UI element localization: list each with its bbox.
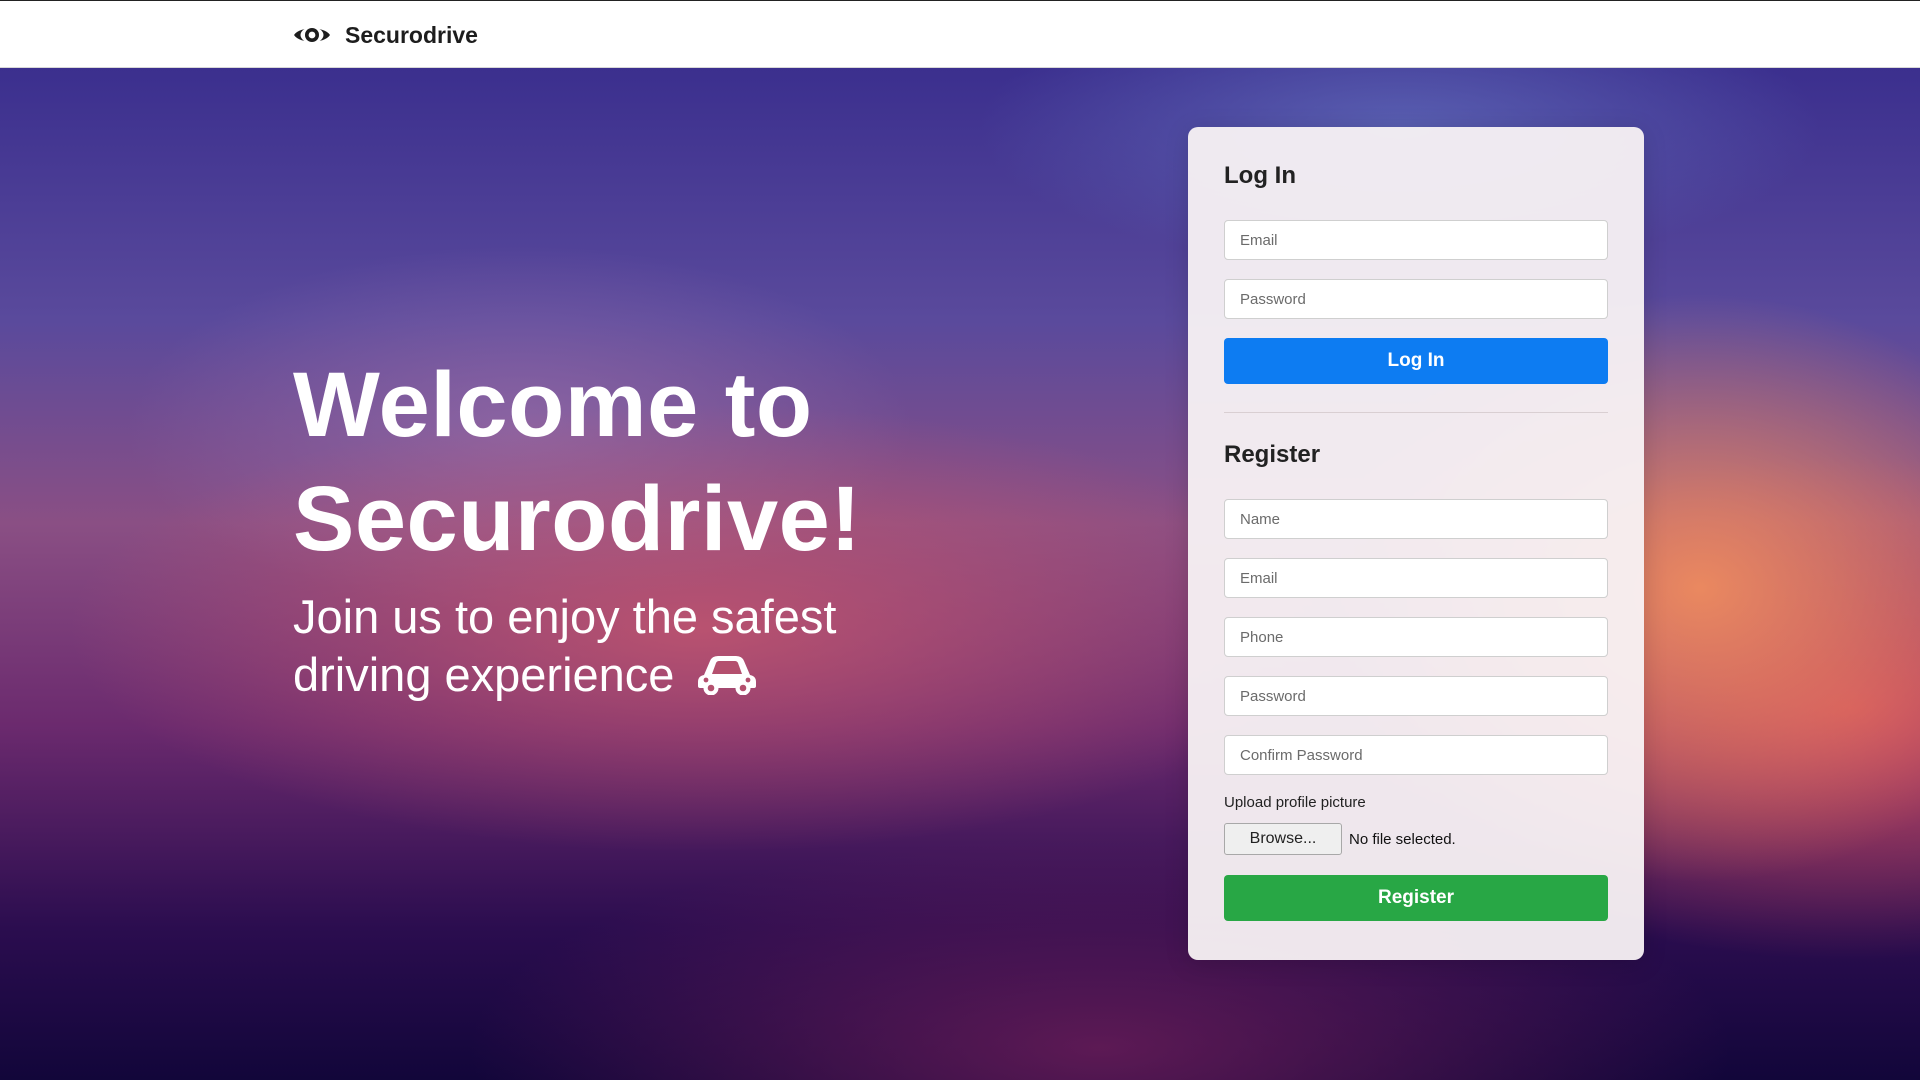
file-status: No file selected. xyxy=(1349,830,1456,848)
top-navbar: Securodrive xyxy=(0,0,1920,68)
login-email-input[interactable] xyxy=(1224,220,1608,260)
upload-profile-label: Upload profile picture xyxy=(1224,794,1366,811)
register-title: Register xyxy=(1224,441,1321,468)
file-upload: Browse... No file selected. xyxy=(1224,823,1608,855)
register-phone-input[interactable] xyxy=(1224,617,1608,657)
register-button[interactable]: Register xyxy=(1224,875,1608,921)
auth-card: Log In Log In Register Upload profile pi… xyxy=(1188,127,1644,960)
brand[interactable]: Securodrive xyxy=(293,1,478,69)
login-title: Log In xyxy=(1224,162,1296,189)
car-icon xyxy=(697,656,756,695)
login-button[interactable]: Log In xyxy=(1224,338,1608,384)
hero-title: Welcome to Securodrive! xyxy=(293,354,862,570)
login-password-input[interactable] xyxy=(1224,279,1608,319)
register-confirm-password-input[interactable] xyxy=(1224,735,1608,775)
section-divider xyxy=(1224,412,1608,413)
hero-subtitle: Join us to enjoy the safest driving expe… xyxy=(293,588,893,704)
register-password-input[interactable] xyxy=(1224,676,1608,716)
browse-button[interactable]: Browse... xyxy=(1224,823,1342,855)
register-email-input[interactable] xyxy=(1224,558,1608,598)
register-name-input[interactable] xyxy=(1224,499,1608,539)
brand-name: Securodrive xyxy=(345,21,478,48)
hero-text: Welcome to Securodrive! Join us to enjoy… xyxy=(293,348,933,704)
eye-icon xyxy=(294,27,330,43)
